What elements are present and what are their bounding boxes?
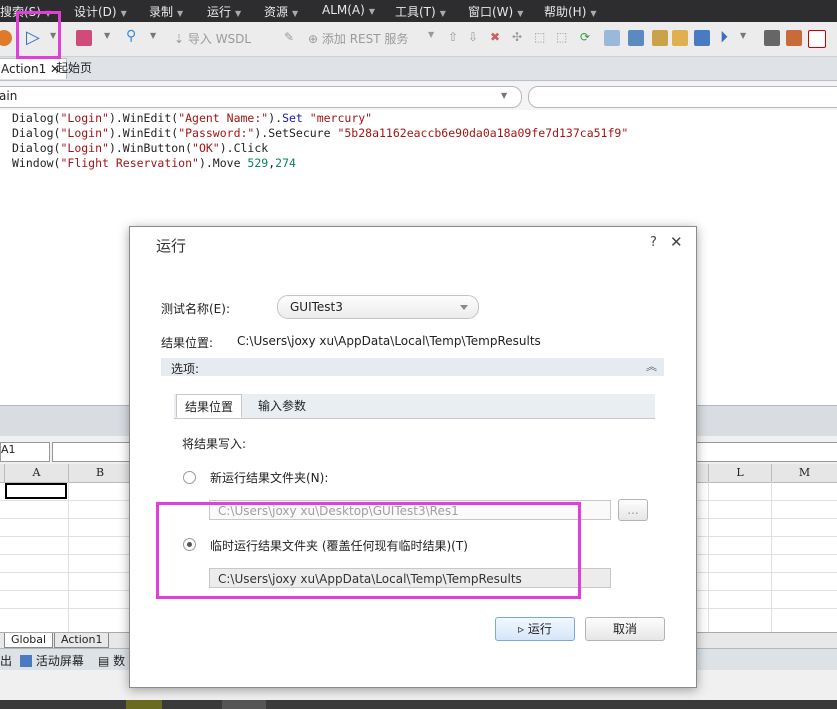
result-location-label: 结果位置:: [161, 336, 214, 350]
temp-folder-path-input[interactable]: C:\Users\joxy xu\AppData\Local\Temp\Temp…: [209, 568, 611, 588]
column-header-l[interactable]: L: [709, 464, 772, 483]
tree-icon[interactable]: ✣: [512, 30, 522, 48]
chevron-down-icon[interactable]: ▼: [740, 31, 746, 40]
select-icon[interactable]: ⬚: [534, 30, 545, 48]
tab-data[interactable]: ▤ 数: [98, 652, 125, 669]
cancel-button[interactable]: 取消: [585, 617, 665, 641]
book-icon: ▤: [98, 654, 110, 668]
column-header-a[interactable]: A: [5, 464, 69, 483]
write-results-label: 将结果写入:: [182, 437, 247, 451]
dialog-title: 运行: [156, 237, 187, 255]
up-icon[interactable]: ⇧: [448, 30, 458, 48]
pin-icon[interactable]: ⚲: [126, 28, 136, 44]
run-dropdown-icon[interactable]: ▼: [50, 31, 56, 40]
dialog-icon[interactable]: [604, 30, 620, 46]
new-folder-radio[interactable]: [183, 471, 196, 484]
chevron-down-icon[interactable]: ▼: [150, 31, 156, 40]
tab-input-parameters[interactable]: 输入参数: [250, 394, 314, 418]
record-icon[interactable]: [0, 30, 12, 46]
chevron-down-icon[interactable]: ▼: [428, 30, 434, 48]
browse-button[interactable]: ...: [618, 499, 648, 521]
down-icon[interactable]: ⇩: [468, 30, 478, 48]
options-tabs: 结果位置 输入参数: [174, 394, 655, 419]
window-icon[interactable]: [628, 30, 644, 46]
wrench-icon[interactable]: ✎: [284, 30, 294, 48]
document-tabs: Action1 ✕ 起始页: [0, 57, 837, 81]
object-repository-icon[interactable]: [76, 30, 92, 46]
menu-tools[interactable]: 工具(T) ▼: [395, 3, 446, 20]
test-name-select[interactable]: GUITest3: [277, 295, 479, 319]
menu-window[interactable]: 窗口(W) ▼: [468, 3, 523, 20]
menu-search[interactable]: 搜索(S) ▼: [0, 3, 51, 20]
tab-result-location[interactable]: 结果位置: [176, 394, 243, 418]
test-name-label: 测试名称(E):: [161, 302, 230, 316]
sheet-tab-action1[interactable]: Action1: [54, 633, 110, 648]
column-header-b[interactable]: B: [69, 464, 132, 483]
taskbar: [0, 700, 837, 709]
help-icon[interactable]: ?: [650, 235, 657, 250]
new-folder-label: 新运行结果文件夹(N):: [210, 471, 329, 485]
menu-bar: 搜索(S) ▼ 设计(D) ▼ 录制 ▼ 运行 ▼ 资源 ▼ ALM(A) ▼ 工具(T) ▼…: [0, 0, 837, 22]
menu-design[interactable]: 设计(D) ▼: [74, 3, 127, 20]
new-folder-path-input[interactable]: C:\Users\joxy xu\Desktop\GUITest3\Res1: [209, 500, 611, 520]
options-section-header[interactable]: 选项: ︽: [161, 358, 664, 376]
import-wsdl-button[interactable]: ⇣ 导入 WSDL: [174, 30, 251, 48]
tab-active-screen[interactable]: 活动屏幕: [20, 652, 84, 669]
folder-icon[interactable]: [672, 30, 688, 46]
tools-icon[interactable]: [652, 30, 668, 46]
run-icon[interactable]: ▷: [26, 27, 40, 48]
code-line[interactable]: Window("Flight Reservation").Move 529,27…: [12, 156, 296, 170]
toolbar: ▷ ▼ ▼ ⚲ ▼ ⇣ 导入 WSDL ✎ ⊕ 添加 REST 服务 ▼ ⇧ ⇩…: [0, 22, 837, 57]
code-line[interactable]: Dialog("Login").WinEdit("Agent Name:").S…: [12, 111, 372, 125]
menu-help[interactable]: 帮助(H) ▼: [544, 3, 597, 20]
result-location-value: C:\Users\joxy xu\AppData\Local\Temp\Temp…: [237, 334, 541, 348]
method-combo[interactable]: [528, 86, 837, 108]
column-header-m[interactable]: M: [772, 464, 837, 483]
menu-alm[interactable]: ALM(A) ▼: [322, 3, 375, 17]
menu-run[interactable]: 运行 ▼: [207, 3, 241, 20]
selected-cell[interactable]: [5, 483, 67, 499]
binoculars-icon[interactable]: [764, 30, 780, 46]
chevron-down-icon[interactable]: ▼: [501, 91, 507, 100]
object-combo[interactable]: ain ▼: [0, 86, 522, 108]
stop-icon[interactable]: [808, 30, 826, 48]
code-line[interactable]: Dialog("Login").WinEdit("Password:").Set…: [12, 126, 628, 140]
temp-folder-radio[interactable]: [183, 538, 196, 551]
collapse-icon[interactable]: ︽: [646, 358, 657, 374]
cell-reference[interactable]: A1: [0, 442, 50, 462]
run-button[interactable]: ▹ 运行: [495, 617, 575, 641]
chevron-down-icon[interactable]: ▼: [104, 31, 110, 40]
close-icon[interactable]: ✕: [670, 233, 683, 251]
crop-icon[interactable]: ⬚: [556, 30, 567, 48]
menu-resources[interactable]: 资源 ▼: [264, 3, 298, 20]
hat-icon[interactable]: [786, 30, 802, 46]
chevron-down-icon: [460, 305, 468, 310]
code-line[interactable]: Dialog("Login").WinButton("OK").Click: [12, 141, 268, 155]
sheet-tab-global[interactable]: Global: [4, 633, 54, 648]
delete-icon[interactable]: ✖: [490, 30, 500, 48]
run-dialog: 运行 ? ✕ 测试名称(E): GUITest3 结果位置: C:\Users\…: [129, 226, 697, 688]
tab-output[interactable]: 出: [0, 652, 12, 669]
screen-icon: [20, 655, 32, 667]
add-rest-button[interactable]: ⊕ 添加 REST 服务: [308, 30, 408, 48]
book-icon[interactable]: [694, 30, 710, 46]
tab-start-page[interactable]: 起始页: [56, 60, 92, 76]
menu-record[interactable]: 录制 ▼: [149, 3, 183, 20]
refresh-icon[interactable]: ⟳: [580, 30, 590, 48]
step-icon[interactable]: ⏵: [720, 27, 728, 47]
temp-folder-label: 临时运行结果文件夹 (覆盖任何现有临时结果)(T): [210, 539, 468, 553]
